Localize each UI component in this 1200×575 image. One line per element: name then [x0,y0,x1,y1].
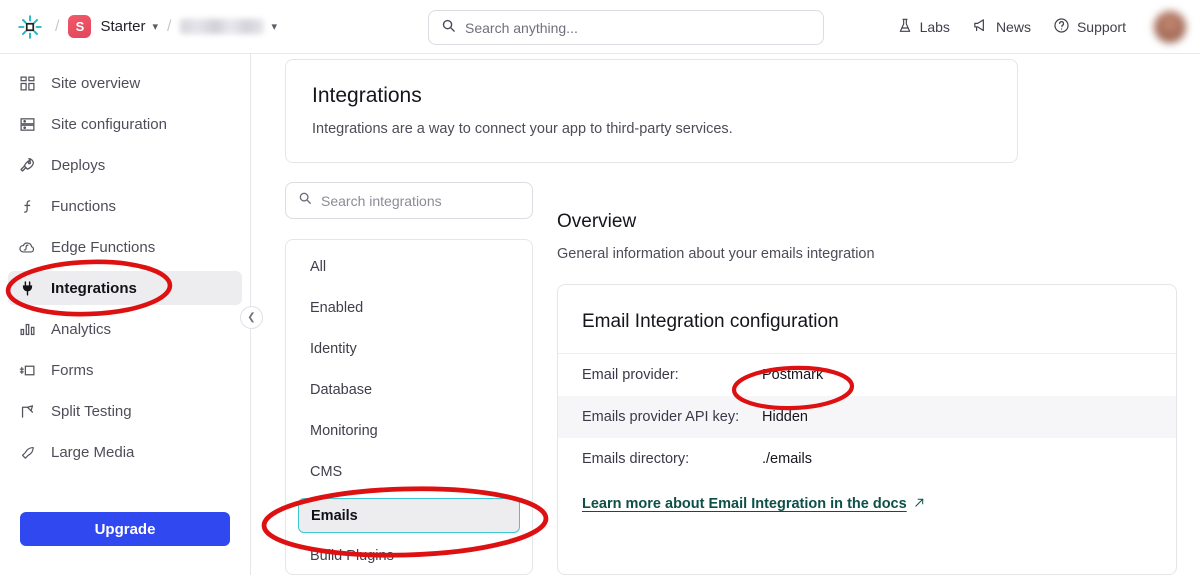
search-integrations-input[interactable]: Search integrations [285,182,533,219]
search-integrations-placeholder: Search integrations [321,192,442,209]
category-item-monitoring[interactable]: Monitoring [298,416,520,446]
media-icon [17,442,37,462]
sidebar-item-label: Analytics [51,320,112,338]
chevron-down-icon-site[interactable]: ▾ [271,20,277,33]
config-row-emails-directory: Emails directory: ./emails [558,438,1176,480]
config-key: Email provider: [582,367,679,383]
avatar[interactable] [1154,11,1186,43]
email-config-card: Email Integration configuration Email pr… [557,284,1177,575]
labs-label: Labs [919,19,950,35]
overview-subtitle: General information about your emails in… [557,246,875,262]
sidebar-item-analytics[interactable]: Analytics [8,312,242,346]
page-header-card: Integrations Integrations are a way to c… [285,59,1018,163]
sidebar-item-deploys[interactable]: Deploys [8,148,242,182]
config-row-email-provider: Email provider: Postmark [558,354,1176,396]
sidebar-item-label: Deploys [51,156,106,174]
rocket-icon [17,155,37,175]
config-value-email-provider: Postmark [762,367,824,383]
top-right-links: Labs News Support [897,0,1186,54]
config-value-api-key: Hidden [762,409,808,425]
chevron-left-icon: ❮ [247,312,256,323]
category-item-identity[interactable]: Identity [298,334,520,364]
plug-icon [17,278,37,298]
support-label: Support [1076,19,1126,35]
search-icon [298,191,312,210]
sidebar-item-forms[interactable]: Forms [8,353,242,387]
top-bar: / S Starter ▾ / ▾ Search anything... Lab… [0,0,1200,54]
sidebar-item-label: Site configuration [51,115,167,133]
breadcrumb-separator-1: / [55,17,60,35]
config-value-emails-directory: ./emails [762,451,812,467]
site-name-blurred[interactable] [180,19,265,34]
config-key: Emails directory: [582,451,690,467]
global-search-placeholder: Search anything... [465,19,578,36]
sidebar-item-label: Split Testing [51,402,132,420]
category-item-build-plugins[interactable]: Build Plugins [298,541,520,571]
global-search-input[interactable]: Search anything... [428,10,824,45]
sidebar-item-label: Large Media [51,443,135,461]
sidebar-item-large-media[interactable]: Large Media [8,435,242,469]
config-row-api-key: Emails provider API key: Hidden [558,396,1176,438]
sidebar-item-label: Site overview [51,74,141,92]
external-link-icon [914,496,925,512]
docs-link[interactable]: Learn more about Email Integration in th… [582,496,925,512]
category-list: All Enabled Identity Database Monitoring… [285,239,533,575]
page-description: Integrations are a way to connect your a… [312,121,733,137]
support-link[interactable]: Support [1053,17,1126,37]
config-key: Emails provider API key: [582,409,740,425]
email-config-title: Email Integration configuration [558,285,1176,354]
megaphone-icon [972,17,989,37]
labs-link[interactable]: Labs [897,18,950,37]
team-name[interactable]: Starter [100,18,145,35]
main-content: Integrations Integrations are a way to c… [251,54,1200,575]
form-icon [17,360,37,380]
category-item-all[interactable]: All [298,252,520,282]
question-circle-icon [1053,17,1070,37]
function-icon [17,196,37,216]
category-item-cms[interactable]: CMS [298,457,520,487]
sidebar-item-functions[interactable]: Functions [8,189,242,223]
sidebar-item-site-overview[interactable]: Site overview [8,66,242,100]
sidebar-item-edge-functions[interactable]: Edge Functions [8,230,242,264]
docs-link-label: Learn more about Email Integration in th… [582,496,907,512]
flask-icon [897,18,913,37]
sidebar-item-label: Forms [51,361,94,379]
page-title: Integrations [312,84,422,107]
sidebar-item-integrations[interactable]: Integrations [8,271,242,305]
sidebar-item-label: Functions [51,197,117,215]
split-icon [17,401,37,421]
category-item-enabled[interactable]: Enabled [298,293,520,323]
search-icon [441,18,456,38]
category-item-database[interactable]: Database [298,375,520,405]
sidebar: Site overview Site configuration Deploys… [0,54,251,575]
category-item-emails[interactable]: Emails [298,498,520,533]
sidebar-collapse-button[interactable]: ❮ [240,306,263,329]
sidebar-item-split-testing[interactable]: Split Testing [8,394,242,428]
breadcrumb-separator-2: / [167,17,172,35]
grid-icon [17,73,37,93]
news-label: News [995,19,1031,35]
netlify-logo-icon[interactable] [14,11,46,43]
bar-chart-icon [17,319,37,339]
edge-function-icon [17,237,37,257]
chevron-down-icon[interactable]: ▾ [152,20,158,33]
sidebar-item-label: Integrations [51,279,137,297]
news-link[interactable]: News [972,17,1031,37]
overview-title: Overview [557,211,637,232]
team-badge: S [68,15,92,38]
upgrade-button[interactable]: Upgrade [20,512,230,546]
sidebar-item-label: Edge Functions [51,238,156,256]
sliders-icon [17,114,37,134]
sidebar-item-site-configuration[interactable]: Site configuration [8,107,242,141]
